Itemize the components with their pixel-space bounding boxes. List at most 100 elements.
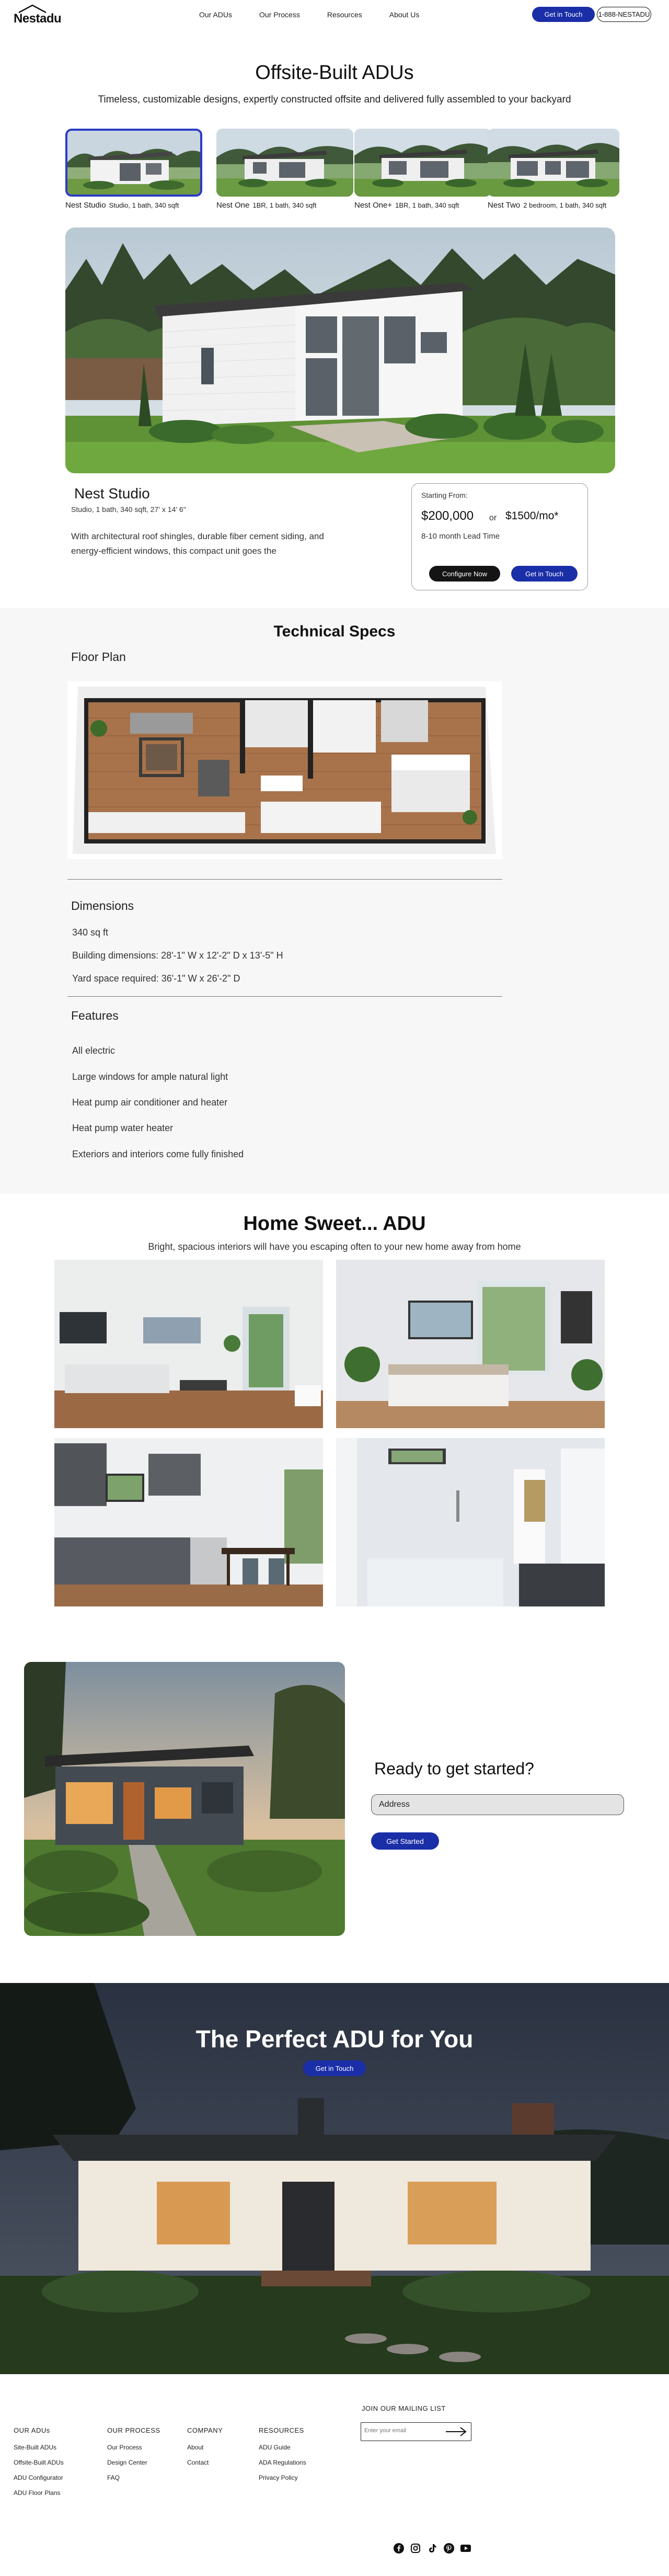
get-started-button[interactable]: Get Started bbox=[371, 1832, 439, 1850]
footer-col-title: COMPANY bbox=[187, 2426, 223, 2434]
page-title: Offsite-Built ADUs bbox=[255, 62, 414, 84]
dimension-line: Yard space required: 36'-1" W x 26'-2" D bbox=[72, 973, 240, 984]
phone-button[interactable]: 1-888-NESTADU bbox=[597, 7, 651, 22]
gallery-image-bathroom bbox=[336, 1438, 605, 1606]
model-card-nest-studio[interactable]: Nest Studio Studio, 1 bath, 340 sqft bbox=[65, 129, 202, 210]
get-in-touch-button[interactable]: Get in Touch bbox=[532, 7, 595, 22]
footer-link[interactable]: About bbox=[187, 2444, 223, 2451]
footer-link[interactable]: Contact bbox=[187, 2459, 223, 2466]
model-thumbnail bbox=[216, 129, 353, 197]
product-hero-image bbox=[65, 227, 615, 473]
divider bbox=[67, 996, 502, 997]
night-banner: The Perfect ADU for You Get in Touch bbox=[0, 1983, 669, 2374]
nav-link-resources[interactable]: Resources bbox=[327, 10, 362, 19]
model-card-nest-two[interactable]: Nest Two 2 bedroom, 1 bath, 340 sqft bbox=[488, 129, 619, 210]
model-name: Nest Two bbox=[488, 201, 521, 210]
footer-link[interactable]: ADU Floor Plans bbox=[14, 2489, 64, 2497]
cta-title: Ready to get started? bbox=[374, 1759, 534, 1778]
footer-col-title: OUR PROCESS bbox=[107, 2426, 160, 2434]
product-description: With architectural roof shingles, durabl… bbox=[71, 531, 324, 556]
banner-get-in-touch-button[interactable]: Get in Touch bbox=[303, 2060, 366, 2076]
page-subtitle: Timeless, customizable designs, expertly… bbox=[98, 94, 571, 105]
social-links bbox=[393, 2543, 471, 2554]
model-thumbnail bbox=[488, 129, 619, 197]
instagram-icon[interactable] bbox=[410, 2543, 421, 2554]
model-name: Nest One+ bbox=[354, 201, 393, 210]
model-name: Nest One bbox=[216, 201, 250, 210]
model-name: Nest Studio bbox=[65, 201, 106, 210]
pricing-card: Starting From: $200,000 or $1500/mo* 8-1… bbox=[411, 483, 588, 590]
nav-links: Our ADUs Our Process Resources About Us bbox=[199, 10, 419, 19]
footer-link[interactable]: Site-Built ADUs bbox=[14, 2444, 64, 2451]
floor-plan-image bbox=[67, 681, 502, 859]
model-thumbnail bbox=[354, 129, 491, 197]
gallery-image-kitchen bbox=[54, 1438, 323, 1606]
tiktok-icon[interactable] bbox=[426, 2543, 438, 2554]
youtube-icon[interactable] bbox=[460, 2543, 471, 2554]
nav-link-our-process[interactable]: Our Process bbox=[259, 10, 300, 19]
dimension-line: Building dimensions: 28'-1" W x 12'-2" D… bbox=[72, 950, 283, 961]
footer-link[interactable]: ADU Guide bbox=[259, 2444, 306, 2451]
cta-house-image bbox=[24, 1662, 345, 1936]
logo-text: Nestadu bbox=[14, 12, 62, 26]
model-spec: 2 bedroom, 1 bath, 340 sqft bbox=[523, 201, 607, 209]
email-signup bbox=[361, 2422, 471, 2441]
footer-link[interactable]: ADA Regulations bbox=[259, 2459, 306, 2466]
pinterest-icon[interactable] bbox=[443, 2543, 455, 2554]
model-spec: 1BR, 1 bath, 340 sqft bbox=[252, 201, 317, 209]
footer-col-title: RESOURCES bbox=[259, 2426, 304, 2434]
technical-specs-section: Technical Specs Floor Plan Dimensions 34… bbox=[0, 608, 669, 1194]
logo[interactable]: Nestadu bbox=[14, 4, 66, 26]
footer-link[interactable]: FAQ bbox=[107, 2474, 160, 2481]
model-card-nest-one[interactable]: Nest One 1BR, 1 bath, 340 sqft bbox=[216, 129, 353, 210]
pricing-get-in-touch-button[interactable]: Get in Touch bbox=[511, 566, 578, 582]
dimension-line: 340 sq ft bbox=[72, 927, 109, 938]
address-input[interactable] bbox=[371, 1794, 624, 1815]
feature-item: Heat pump water heater bbox=[72, 1123, 174, 1133]
specs-title: Technical Specs bbox=[273, 623, 396, 640]
configure-now-button[interactable]: Configure Now bbox=[429, 566, 500, 582]
footer-col-title: OUR ADUs bbox=[14, 2426, 50, 2434]
product-name: Nest Studio bbox=[74, 485, 150, 501]
feature-item: All electric bbox=[72, 1045, 116, 1056]
dimensions-heading: Dimensions bbox=[71, 899, 134, 913]
monthly-price: $1500/mo* bbox=[505, 510, 559, 522]
lead-time: 8-10 month Lead Time bbox=[421, 532, 500, 541]
footer-link[interactable]: ADU Configurator bbox=[14, 2474, 64, 2481]
arrow-right-icon[interactable] bbox=[445, 2425, 468, 2441]
feature-item: Heat pump air conditioner and heater bbox=[72, 1097, 228, 1108]
footer-link[interactable]: Our Process bbox=[107, 2444, 160, 2451]
gallery-image-bedroom bbox=[336, 1260, 605, 1428]
price-label: Starting From: bbox=[421, 491, 468, 499]
product-meta: Studio, 1 bath, 340 sqft, 27' x 14' 6" bbox=[71, 505, 186, 514]
banner-title: The Perfect ADU for You bbox=[195, 2025, 474, 2053]
model-card-nest-one-plus[interactable]: Nest One+ 1BR, 1 bath, 340 sqft bbox=[354, 129, 491, 210]
model-spec: 1BR, 1 bath, 340 sqft bbox=[395, 201, 459, 209]
feature-item: Large windows for ample natural light bbox=[72, 1072, 228, 1082]
footer: OUR ADUs Site-Built ADUs Offsite-Built A… bbox=[0, 2374, 669, 2576]
footer-col-company: COMPANY About Contact bbox=[187, 2426, 223, 2474]
floor-plan-heading: Floor Plan bbox=[71, 650, 126, 664]
price-or: or bbox=[489, 514, 497, 522]
gallery-subtitle: Bright, spacious interiors will have you… bbox=[148, 1241, 521, 1252]
facebook-icon[interactable] bbox=[393, 2543, 405, 2554]
nav-link-about-us[interactable]: About Us bbox=[389, 10, 420, 19]
gallery-image-living-room bbox=[54, 1260, 323, 1428]
footer-col-our-adus: OUR ADUs Site-Built ADUs Offsite-Built A… bbox=[14, 2426, 64, 2504]
feature-item: Exteriors and interiors come fully finis… bbox=[72, 1149, 244, 1159]
divider bbox=[67, 879, 502, 880]
email-input[interactable] bbox=[364, 2427, 443, 2434]
model-thumbnail bbox=[65, 129, 202, 197]
features-heading: Features bbox=[71, 1009, 119, 1022]
footer-col-resources: RESOURCES ADU Guide ADA Regulations Priv… bbox=[259, 2426, 306, 2489]
model-selector: Nest Studio Studio, 1 bath, 340 sqft Nest… bbox=[65, 129, 619, 212]
footer-link[interactable]: Design Center bbox=[107, 2459, 160, 2466]
nav-link-our-adus[interactable]: Our ADUs bbox=[199, 10, 232, 19]
model-spec: Studio, 1 bath, 340 sqft bbox=[109, 201, 179, 209]
footer-link[interactable]: Offsite-Built ADUs bbox=[14, 2459, 64, 2466]
gallery-title: Home Sweet... ADU bbox=[243, 1213, 426, 1235]
top-nav: Nestadu Our ADUs Our Process Resources A… bbox=[0, 0, 669, 30]
footer-col-our-process: OUR PROCESS Our Process Design Center FA… bbox=[107, 2426, 160, 2489]
footer-link[interactable]: Privacy Policy bbox=[259, 2474, 306, 2481]
mailing-list-label: JOIN OUR MAILING LIST bbox=[362, 2404, 446, 2412]
